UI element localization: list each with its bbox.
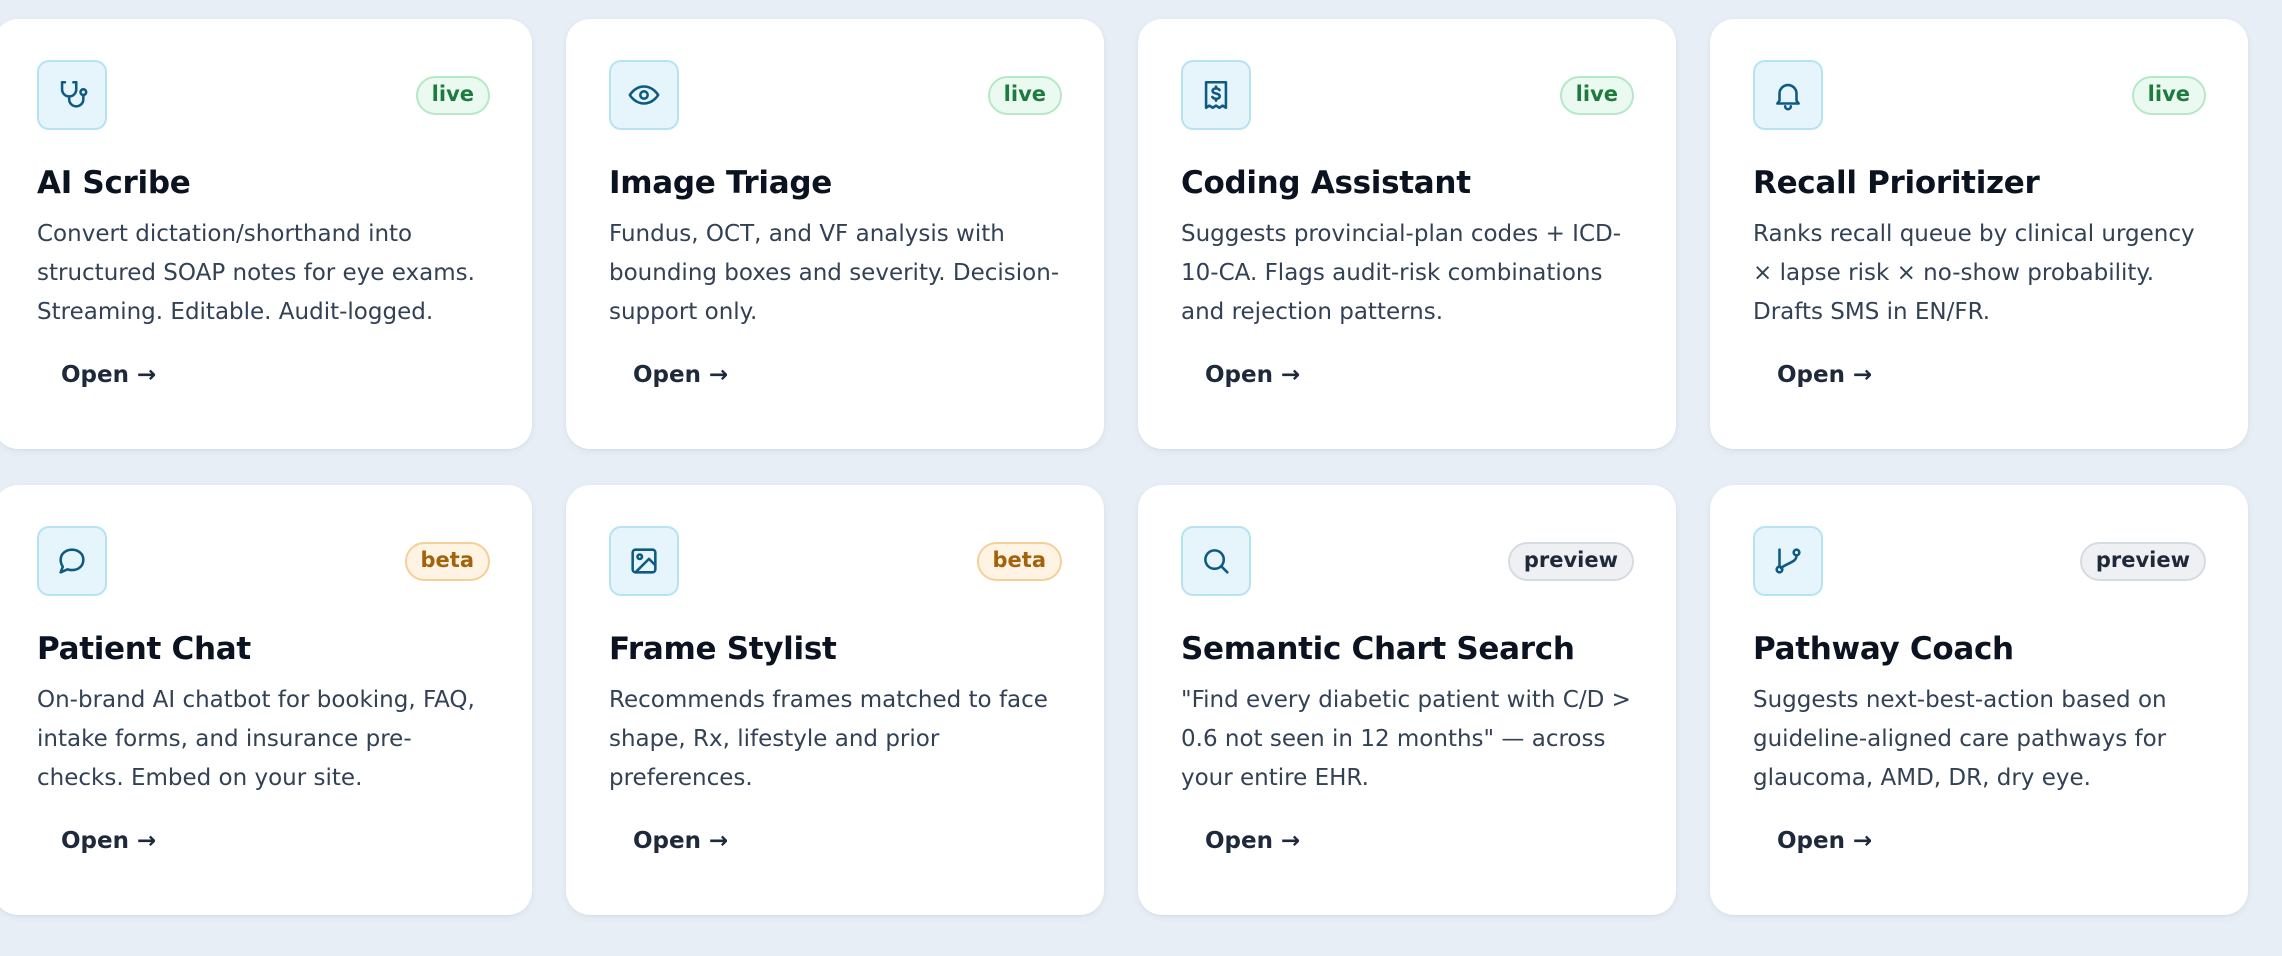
arrow-right-icon: → xyxy=(1853,828,1873,854)
open-link-label: Open xyxy=(1777,362,1845,388)
status-badge: live xyxy=(415,75,490,115)
open-link[interactable]: Open → xyxy=(1205,828,1300,854)
card-description: Suggests next-best-action based on guide… xyxy=(1753,687,2167,791)
tool-card-ai-scribe[interactable]: live AI Scribe Convert dictation/shortha… xyxy=(0,19,532,449)
arrow-right-icon: → xyxy=(137,828,157,854)
tool-card-frame-stylist[interactable]: beta Frame Stylist Recommends frames mat… xyxy=(566,485,1104,915)
stethoscope-icon xyxy=(37,60,107,130)
tool-card-patient-chat[interactable]: beta Patient Chat On-brand AI chatbot fo… xyxy=(0,485,532,915)
status-badge: beta xyxy=(404,541,490,581)
arrow-right-icon: → xyxy=(709,828,729,854)
tool-card-recall-prioritizer[interactable]: live Recall Prioritizer Ranks recall que… xyxy=(1710,19,2248,449)
receipt-dollar-icon xyxy=(1181,60,1251,130)
card-description: On-brand AI chatbot for booking, FAQ, in… xyxy=(37,687,475,791)
open-link[interactable]: Open → xyxy=(1777,362,1872,388)
open-link-label: Open xyxy=(633,828,701,854)
open-link[interactable]: Open → xyxy=(61,828,156,854)
arrow-right-icon: → xyxy=(1281,828,1301,854)
open-link-label: Open xyxy=(1205,828,1273,854)
open-link-label: Open xyxy=(633,362,701,388)
git-branch-icon xyxy=(1753,526,1823,596)
open-link[interactable]: Open → xyxy=(633,828,728,854)
status-badge: preview xyxy=(2079,541,2206,581)
image-icon xyxy=(609,526,679,596)
arrow-right-icon: → xyxy=(1853,362,1873,388)
card-description: "Find every diabetic patient with C/D > … xyxy=(1181,687,1631,791)
card-title: Semantic Chart Search xyxy=(1181,631,1575,667)
card-description: Fundus, OCT, and VF analysis with boundi… xyxy=(609,221,1060,325)
eye-icon xyxy=(609,60,679,130)
card-title: Patient Chat xyxy=(37,631,251,667)
arrow-right-icon: → xyxy=(137,362,157,388)
card-title: Pathway Coach xyxy=(1753,631,2014,667)
chat-bubble-icon xyxy=(37,526,107,596)
open-link-label: Open xyxy=(1205,362,1273,388)
card-title: Coding Assistant xyxy=(1181,165,1471,201)
open-link[interactable]: Open → xyxy=(61,362,156,388)
tool-card-pathway-coach[interactable]: preview Pathway Coach Suggests next-best… xyxy=(1710,485,2248,915)
card-description: Suggests provincial-plan codes + ICD-10-… xyxy=(1181,221,1622,325)
tool-card-coding-assistant[interactable]: live Coding Assistant Suggests provincia… xyxy=(1138,19,1676,449)
card-description: Ranks recall queue by clinical urgency ×… xyxy=(1753,221,2195,325)
tool-card-semantic-chart-search[interactable]: preview Semantic Chart Search "Find ever… xyxy=(1138,485,1676,915)
open-link[interactable]: Open → xyxy=(1205,362,1300,388)
status-badge: beta xyxy=(976,541,1062,581)
open-link-label: Open xyxy=(1777,828,1845,854)
status-badge: live xyxy=(1559,75,1634,115)
open-link-label: Open xyxy=(61,828,129,854)
tool-card-image-triage[interactable]: live Image Triage Fundus, OCT, and VF an… xyxy=(566,19,1104,449)
open-link[interactable]: Open → xyxy=(633,362,728,388)
card-title: Image Triage xyxy=(609,165,832,201)
card-title: AI Scribe xyxy=(37,165,191,201)
card-title: Recall Prioritizer xyxy=(1753,165,2040,201)
arrow-right-icon: → xyxy=(1281,362,1301,388)
search-icon xyxy=(1181,526,1251,596)
status-badge: preview xyxy=(1507,541,1634,581)
open-link-label: Open xyxy=(61,362,129,388)
open-link[interactable]: Open → xyxy=(1777,828,1872,854)
status-badge: live xyxy=(2131,75,2206,115)
arrow-right-icon: → xyxy=(709,362,729,388)
card-title: Frame Stylist xyxy=(609,631,837,667)
card-description: Recommends frames matched to face shape,… xyxy=(609,687,1048,791)
tool-card-grid: live AI Scribe Convert dictation/shortha… xyxy=(0,19,2248,915)
card-description: Convert dictation/shorthand into structu… xyxy=(37,221,475,325)
bell-icon xyxy=(1753,60,1823,130)
status-badge: live xyxy=(987,75,1062,115)
